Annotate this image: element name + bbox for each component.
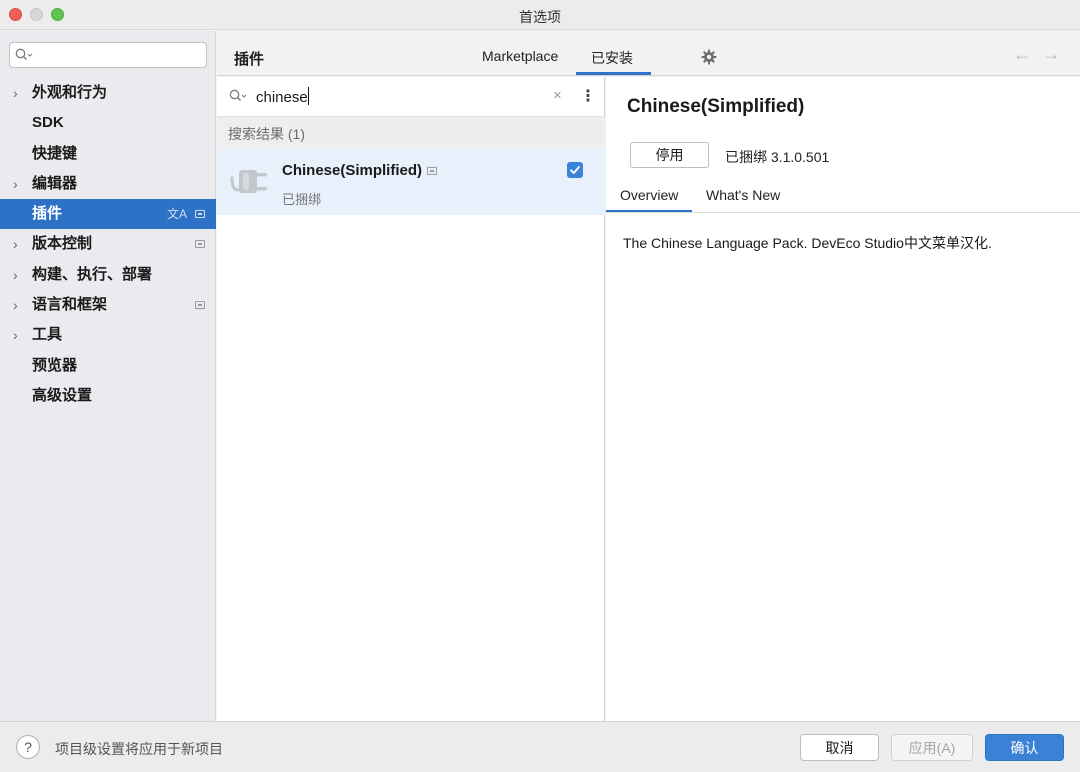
sidebar-item-label: SDK (32, 114, 64, 132)
plug-icon (229, 160, 275, 209)
chevron-right-icon[interactable]: › (13, 260, 18, 290)
sidebar-item-plugins[interactable]: 插件 文A (0, 199, 216, 230)
cancel-button[interactable]: 取消 (800, 734, 879, 761)
plugin-name: Chinese(Simplified) (282, 162, 423, 179)
chevron-right-icon[interactable]: › (13, 169, 18, 199)
footer-hint: 项目级设置将应用于新项目 (55, 741, 223, 757)
back-arrow-icon[interactable]: ← (1013, 44, 1031, 65)
sidebar-search-input[interactable] (36, 45, 201, 65)
translate-icon: 文A (166, 207, 187, 222)
disable-plugin-button[interactable]: 停用 (630, 142, 709, 168)
sidebar-item-label: 编辑器 (32, 174, 78, 192)
sidebar-item-advanced[interactable]: 高级设置 (0, 381, 216, 411)
clear-icon[interactable]: × (553, 87, 562, 104)
plugin-list-panel: chinese × ⋮ 搜索结果 (1) Chinese(Simplified)… (217, 77, 605, 721)
search-icon (229, 89, 247, 106)
settings-page-icon (427, 167, 437, 175)
plugin-detail-panel: Chinese(Simplified) 停用 已捆绑 3.1.0.501 Ove… (606, 77, 1080, 721)
sidebar-item-label: 语言和框架 (32, 296, 108, 314)
page-title: 插件 (234, 51, 265, 68)
sidebar-item-sdk[interactable]: SDK (0, 108, 216, 138)
search-results-count: 搜索结果 (1) (228, 126, 305, 142)
forward-arrow-icon[interactable]: → (1042, 44, 1060, 65)
settings-page-icon (195, 301, 205, 310)
search-icon (15, 48, 33, 65)
plugin-description: The Chinese Language Pack. DevEco Studio… (623, 235, 992, 251)
chevron-right-icon[interactable]: › (13, 78, 18, 108)
tab-whats-new[interactable]: What's New (706, 187, 780, 203)
sidebar-item-languages[interactable]: › 语言和框架 (0, 290, 216, 320)
active-tab-indicator (576, 72, 651, 75)
preferences-window: 首选项 › 外观和行为 SDK 快捷键 › 编辑器 插件 文A › 版本控制 ›… (0, 0, 1080, 772)
sidebar-item-tools[interactable]: › 工具 (0, 320, 216, 350)
plugin-detail-title: Chinese(Simplified) (627, 96, 805, 117)
tab-overview[interactable]: Overview (620, 187, 678, 203)
title-bar: 首选项 (0, 0, 1080, 30)
tab-divider (606, 212, 1080, 213)
sidebar-item-version-control[interactable]: › 版本控制 (0, 229, 216, 259)
chevron-right-icon[interactable]: › (13, 320, 18, 350)
checkbox-checked-icon[interactable] (567, 162, 583, 178)
window-title: 首选项 (519, 9, 561, 25)
sidebar-item-previewer[interactable]: 预览器 (0, 351, 216, 381)
help-icon[interactable]: ? (16, 735, 40, 759)
sidebar-item-label: 高级设置 (32, 386, 93, 404)
ok-button[interactable]: 确认 (985, 734, 1064, 761)
sidebar-item-label: 插件 (32, 205, 63, 223)
sidebar-item-label: 外观和行为 (32, 84, 108, 101)
dialog-footer: ? 项目级设置将应用于新项目 取消 应用(A) 确认 (0, 721, 1080, 772)
sidebar-item-label: 版本控制 (32, 235, 93, 253)
plugin-status: 已捆绑 (282, 192, 322, 207)
sidebar-item-label: 预览器 (32, 356, 78, 374)
sidebar-item-build-execution[interactable]: › 构建、执行、部署 (0, 260, 216, 290)
settings-page-icon (195, 240, 205, 249)
tab-installed[interactable]: 已安装 (591, 48, 633, 68)
plugins-header: 插件 Marketplace 已安装 ← → (217, 31, 1080, 76)
sidebar-item-appearance[interactable]: › 外观和行为 (0, 78, 216, 108)
plugin-version: 已捆绑 3.1.0.501 (725, 149, 830, 165)
sidebar-item-label: 工具 (32, 326, 63, 344)
chevron-right-icon[interactable]: › (13, 229, 18, 259)
gear-icon[interactable] (701, 49, 717, 68)
sidebar-search-box[interactable] (9, 42, 207, 68)
settings-page-icon (195, 210, 205, 219)
sidebar-item-label: 快捷键 (32, 144, 78, 162)
apply-button[interactable]: 应用(A) (891, 734, 973, 761)
search-query-text: chinese (256, 89, 308, 106)
settings-sidebar: › 外观和行为 SDK 快捷键 › 编辑器 插件 文A › 版本控制 › 构建、… (0, 31, 216, 721)
plugin-search-box[interactable]: chinese × ⋮ (217, 77, 605, 117)
tab-marketplace[interactable]: Marketplace (482, 48, 558, 64)
settings-nav: › 外观和行为 SDK 快捷键 › 编辑器 插件 文A › 版本控制 › 构建、… (0, 78, 216, 411)
more-vertical-icon[interactable]: ⋮ (580, 86, 596, 106)
sidebar-item-keymap[interactable]: 快捷键 (0, 139, 216, 169)
chevron-right-icon[interactable]: › (13, 290, 18, 320)
sidebar-item-label: 构建、执行、部署 (32, 265, 153, 283)
plugin-list-item[interactable]: Chinese(Simplified) 已捆绑 (217, 149, 605, 215)
plugin-search-input[interactable]: chinese (256, 87, 309, 106)
text-cursor (307, 87, 309, 105)
search-results-header: 搜索结果 (1) (217, 117, 605, 149)
sidebar-item-editor[interactable]: › 编辑器 (0, 169, 216, 199)
